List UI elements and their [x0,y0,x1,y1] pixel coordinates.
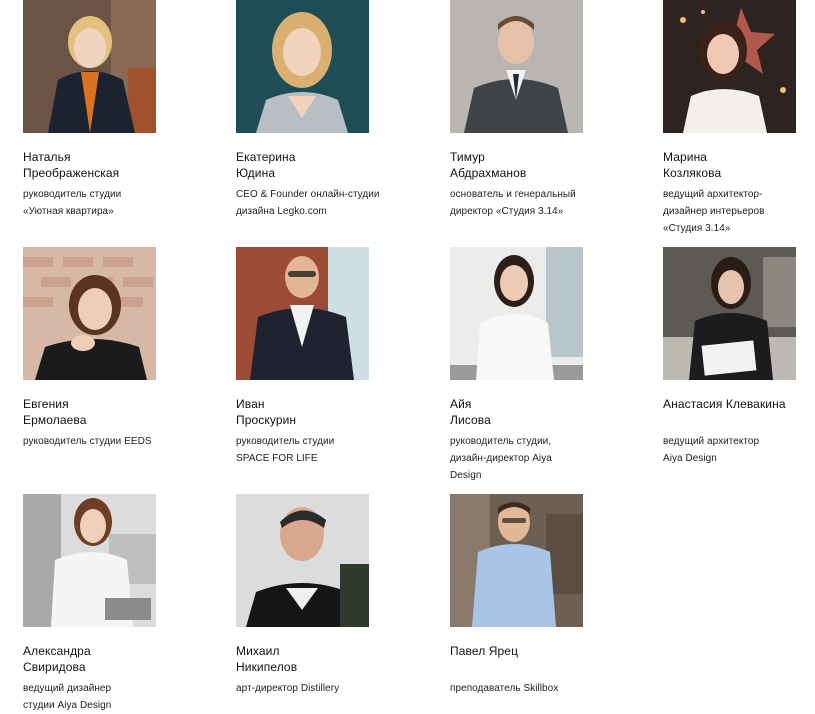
speaker-name-line: Ермолаева [23,413,87,427]
speaker-role-line: основатель и генеральный [450,189,576,200]
speaker-name: Марина Козлякова [663,149,815,181]
speaker-name-line: Екатерина [236,150,296,164]
speaker-photo [450,494,583,627]
speaker-photo-image [663,0,796,133]
speaker-name-line: Никипелов [236,660,298,674]
speaker-role: руководитель студии, дизайн-директор Aiy… [450,433,625,484]
speaker-role-line: ведущий архитектор- [663,189,763,200]
speaker-photo-image [236,0,369,133]
speaker-name-line: Марина [663,150,708,164]
speaker-role-line: преподаватель Skillbox [450,683,559,694]
speaker-photo [450,0,583,133]
speaker-photo-image [236,247,369,380]
speaker-role: ведущий архитектор- дизайнер интерьеров … [663,186,815,237]
speaker-role-line: дизайн-директор Aiya [450,453,552,464]
speaker-role-line: ведущий дизайнер [23,683,112,694]
speaker-role: руководитель студии SPACE FOR LIFE [236,433,411,467]
speaker-role: арт-директор Distillery [236,680,411,697]
speaker-photo [23,247,156,380]
speaker-photo [23,494,156,627]
speaker-role-line: дизайна Legko.com [236,206,327,217]
speaker-role: ведущий дизайнер студии Aiya Design [23,680,198,714]
speaker-photo [23,0,156,133]
speaker-name: Наталья Преображенская [23,149,198,181]
speaker-name: Евгения Ермолаева [23,396,198,428]
speaker-name: Михаил Никипелов [236,643,411,675]
speaker-photo-image [23,0,156,133]
speaker-photo-image [450,247,583,380]
speaker-name-line: Михаил [236,644,280,658]
speaker-name: Александра Свиридова [23,643,198,675]
speaker-name-line: Юдина [236,166,276,180]
speaker-card: Анастасия Клевакина ведущий архитектор A… [663,247,815,467]
speaker-card: Павел Ярец преподаватель Skillbox [450,494,625,697]
speaker-photo-image [450,0,583,133]
speaker-name-line: Анастасия Клевакина [663,397,786,411]
speaker-role: основатель и генеральный директор «Студи… [450,186,625,220]
speaker-name-line: Лисова [450,413,491,427]
speaker-role: руководитель студии «Уютная квартира» [23,186,198,220]
speaker-name: Тимур Абдрахманов [450,149,625,181]
speaker-role-line: «Уютная квартира» [23,206,114,217]
speaker-role-line: дизайнер интерьеров [663,206,765,217]
speaker-name-line: Преображенская [23,166,120,180]
speaker-name-line: Козлякова [663,166,722,180]
speaker-role-line: SPACE FOR LIFE [236,453,318,464]
speaker-photo-image [663,247,796,380]
speaker-name-line: Наталья [23,150,71,164]
speaker-name-line: Тимур [450,150,485,164]
speaker-role: ведущий архитектор Aiya Design [663,433,815,467]
speaker-card: Марина Козлякова ведущий архитектор- диз… [663,0,815,237]
speaker-photo [236,494,369,627]
speaker-card: Михаил Никипелов арт-директор Distillery [236,494,411,697]
speaker-photo-image [23,494,156,627]
speaker-photo [450,247,583,380]
speaker-role: руководитель студии EEDS [23,433,198,450]
speaker-role-line: Design [450,470,482,481]
speaker-role-line: Aiya Design [663,453,717,464]
speaker-photo-image [23,247,156,380]
speakers-grid: Наталья Преображенская руководитель студ… [0,0,815,714]
speaker-role-line: руководитель студии [236,436,335,447]
speaker-name: Павел Ярец [450,643,625,659]
speaker-name-line: Свиридова [23,660,86,674]
speaker-photo [236,247,369,380]
speaker-name-line: Проскурин [236,413,297,427]
speaker-name: Иван Проскурин [236,396,411,428]
speaker-role-line: CEO & Founder онлайн-студии [236,189,380,200]
speaker-name-line: Иван [236,397,265,411]
speaker-card: Евгения Ермолаева руководитель студии EE… [23,247,198,450]
speaker-role-line: директор «Студия 3.14» [450,206,564,217]
speaker-role-line: руководитель студии EEDS [23,436,152,447]
speaker-role-line: студии Aiya Design [23,700,112,711]
speaker-card: Наталья Преображенская руководитель студ… [23,0,198,220]
speaker-card: Екатерина Юдина CEO & Founder онлайн-сту… [236,0,411,220]
speaker-role-line: «Студия 3.14» [663,223,731,234]
speaker-role: CEO & Founder онлайн-студии дизайна Legk… [236,186,411,220]
speaker-name: Анастасия Клевакина [663,396,815,412]
speaker-role: преподаватель Skillbox [450,680,625,697]
speaker-name: Екатерина Юдина [236,149,411,181]
speaker-name-line: Александра [23,644,91,658]
speaker-photo-image [236,494,369,627]
speaker-photo [663,247,796,380]
speaker-role-line: руководитель студии, [450,436,552,447]
speaker-photo-image [450,494,583,627]
speaker-role-line: арт-директор Distillery [236,683,340,694]
speaker-role-line: ведущий архитектор [663,436,760,447]
speaker-name-line: Абдрахманов [450,166,527,180]
speaker-photo [663,0,796,133]
speaker-name-line: Павел Ярец [450,644,519,658]
speaker-card: Тимур Абдрахманов основатель и генеральн… [450,0,625,220]
speaker-card: Иван Проскурин руководитель студии SPACE… [236,247,411,467]
speaker-name-line: Айя [450,397,472,411]
speaker-photo [236,0,369,133]
speaker-name-line: Евгения [23,397,69,411]
speaker-name: Айя Лисова [450,396,625,428]
speaker-card: Александра Свиридова ведущий дизайнер ст… [23,494,198,714]
speaker-card: Айя Лисова руководитель студии, дизайн-д… [450,247,625,484]
speaker-role-line: руководитель студии [23,189,122,200]
